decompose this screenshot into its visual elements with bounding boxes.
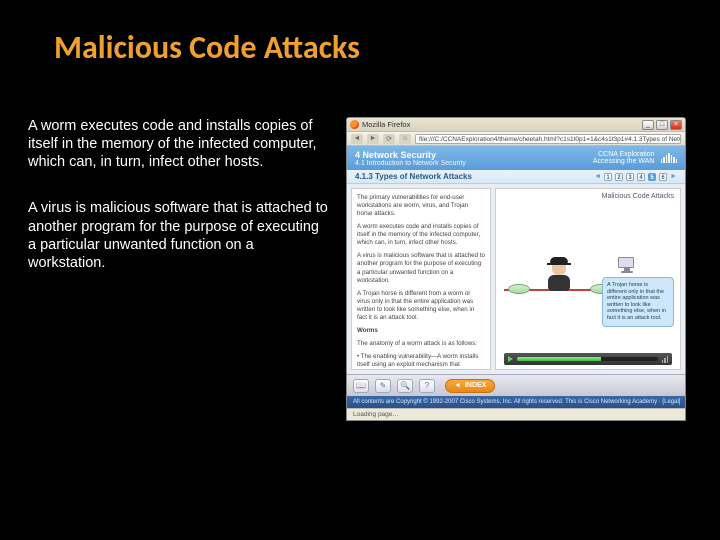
minimize-button[interactable]: _ [642,120,654,130]
browser-toolbar: ◄ ► ⟳ ⌂ file:///C:/CCNAExploration4/them… [347,132,685,146]
lesson-p2: A worm executes code and installs copies… [357,223,485,247]
window-controls: _ □ × [642,120,682,130]
step-1[interactable]: 1 [604,173,612,181]
step-6[interactable]: 6 [659,173,667,181]
lesson-p4: A Trojan horse is different from a worm … [357,290,485,322]
copyright-footer: All contents are Copyright © 1992-2007 C… [347,396,685,408]
address-bar[interactable]: file:///C:/CCNAExploration4/theme/cheeta… [415,134,681,144]
step-3[interactable]: 3 [626,173,634,181]
note-icon[interactable]: ✎ [375,379,391,393]
maximize-button[interactable]: □ [656,120,668,130]
step-2[interactable]: 2 [615,173,623,181]
course-bottom-toolbar: 📖 ✎ 🔍 ? ◄ INDEX [347,374,685,396]
computer-icon [618,257,636,273]
close-button[interactable]: × [670,120,682,130]
step-5[interactable]: 5 [648,173,656,181]
section-title: 4.1.3 Types of Network Attacks [355,172,472,181]
step-4[interactable]: 4 [637,173,645,181]
prev-page-arrow-icon[interactable]: ◄ [594,173,601,180]
next-page-arrow-icon[interactable]: ► [670,173,677,180]
content-area: A worm executes code and installs copies… [0,67,720,421]
illustration-title: Malicious Code Attacks [602,193,674,200]
progress-fill [517,357,601,361]
media-player-bar [504,353,672,365]
section-bar: 4.1.3 Types of Network Attacks ◄ 1 2 3 4… [347,170,685,184]
chapter-title: 4 Network Security [355,150,466,160]
callout-trojan: A Trojan horse is different only in that… [602,277,674,327]
lesson-p3: A virus is malicious software that is at… [357,252,485,284]
browser-status-bar: Loading page… [347,408,685,420]
page-steps: ◄ 1 2 3 4 5 6 ► [594,173,677,181]
chapter-subtitle: 4.1 Introduction to Network Security [355,160,466,167]
browser-window: Mozilla Firefox _ □ × ◄ ► ⟳ ⌂ file:///C:… [346,117,686,421]
lesson-text-panel: The primary vulnerabilities for end-user… [351,188,491,370]
index-label: INDEX [465,382,486,389]
lesson-worms-heading: Worms [357,327,378,334]
course-body: The primary vulnerabilities for end-user… [347,184,685,374]
lesson-p6: • The enabling vulnerability—A worm inst… [357,353,485,370]
slide-title: Malicious Code Attacks [0,0,720,67]
embedded-screenshot: Mozilla Firefox _ □ × ◄ ► ⟳ ⌂ file:///C:… [346,117,686,421]
illustration-panel: Malicious Code Attacks A Trojan horse is… [495,188,681,370]
firefox-icon [350,120,359,129]
cisco-logo-icon [661,153,678,163]
help-icon[interactable]: ? [419,379,435,393]
paragraph-virus: A virus is malicious software that is at… [28,199,328,272]
forward-button[interactable]: ► [367,134,379,144]
book-icon[interactable]: 📖 [353,379,369,393]
text-column: A worm executes code and installs copies… [28,117,328,421]
progress-track[interactable] [517,357,658,361]
search-icon[interactable]: 🔍 [397,379,413,393]
hacker-icon [544,257,574,292]
course-header: 4 Network Security 4.1 Introduction to N… [347,146,685,170]
ccna-subtag: Accessing the WAN [593,158,655,165]
lesson-p5: The anatomy of a worm attack is as follo… [357,340,485,348]
lesson-p1: The primary vulnerabilities for end-user… [357,194,485,218]
play-button-icon[interactable] [508,356,513,362]
volume-icon[interactable] [662,356,669,363]
home-button[interactable]: ⌂ [399,134,411,144]
back-button[interactable]: ◄ [351,134,363,144]
window-titlebar: Mozilla Firefox _ □ × [347,118,685,132]
window-title: Mozilla Firefox [362,120,642,129]
reload-button[interactable]: ⟳ [383,134,395,144]
router-icon [508,284,530,294]
index-button[interactable]: ◄ INDEX [445,379,495,393]
paragraph-worm: A worm executes code and installs copies… [28,117,328,171]
ccna-tag: CCNA Exploration [593,151,655,158]
